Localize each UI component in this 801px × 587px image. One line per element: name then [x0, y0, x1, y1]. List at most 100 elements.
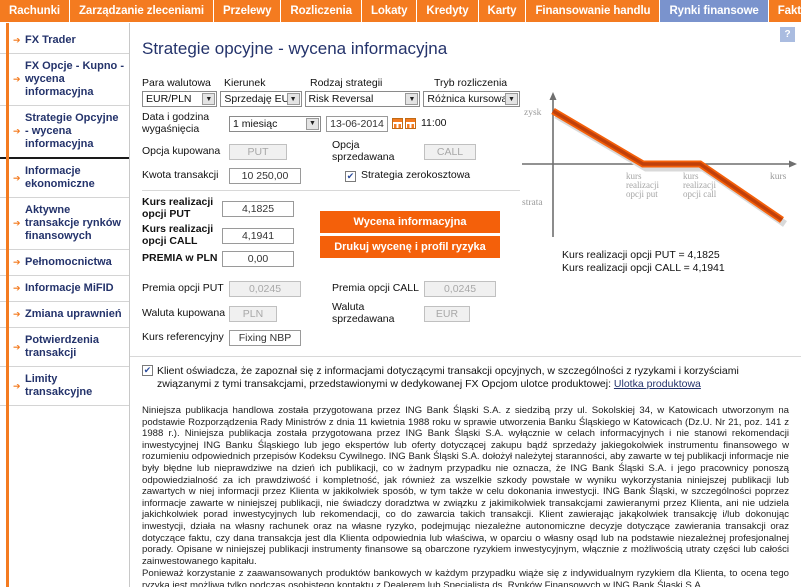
nav-item-przelewy[interactable]: Przelewy [214, 0, 282, 22]
sidebar-item-label: Limity transakcyjne [25, 373, 93, 398]
nav-item-karty[interactable]: Karty [479, 0, 527, 22]
chart-label-rate: kurs [770, 172, 787, 182]
sidebar-item-label: FX Trader [25, 34, 76, 46]
sidebar-item-limity-transakcyjne[interactable]: ➔ Limity transakcyjne [0, 367, 129, 406]
label-reference-rate: Kurs referencyjny [142, 331, 224, 344]
calendar-icon[interactable] [405, 118, 416, 129]
bought-option-value: PUT [229, 143, 287, 160]
sidebar-item-zmiana-uprawnień[interactable]: ➔ Zmiana uprawnień [0, 302, 129, 328]
currency-row: Waluta kupowana PLN Waluta sprzedawana E… [142, 301, 520, 325]
print-valuation-button[interactable]: Drukuj wycenę i profil ryzyka [320, 236, 500, 258]
valuation-button[interactable]: Wycena informacyjna [320, 211, 500, 233]
action-buttons: Wycena informacyjna Drukuj wycenę i prof… [302, 197, 500, 271]
label-direction: Kierunek [224, 77, 266, 89]
chevron-down-icon[interactable]: ▼ [306, 117, 319, 130]
bullet-arrow-icon: ➔ [13, 218, 21, 228]
sidebar-item-label: Zmiana uprawnień [25, 308, 122, 320]
premium-call-value: 0,0245 [424, 281, 496, 297]
chevron-down-icon[interactable]: ▼ [405, 93, 419, 105]
zerocost-checkbox[interactable]: ✔ [345, 170, 356, 182]
bullet-arrow-icon: ➔ [13, 126, 21, 136]
label-strategy-type: Rodzaj strategii [310, 77, 383, 89]
product-leaflet-link[interactable]: Ulotka produktowa [614, 378, 701, 390]
currency-bought-value: PLN [229, 305, 277, 322]
form-column-headers: Para walutowa Kierunek Rodzaj strategii … [142, 77, 520, 89]
label-strike-call: Kurs realizacji opcji CALL [142, 223, 214, 247]
sidebar-item-potwierdzenia-transakcji[interactable]: ➔ Potwierdzenia transakcji [0, 328, 129, 367]
amount-input[interactable]: 10 250,00 [229, 168, 301, 184]
x-axis-arrow-icon [789, 160, 797, 168]
label-settlement-mode: Tryb rozliczenia [434, 77, 508, 89]
label-zerocost: Strategia zerokosztowa [361, 169, 471, 182]
chevron-down-icon[interactable]: ▼ [202, 93, 216, 105]
label-sold-option: Opcja sprzedawana [332, 139, 395, 163]
label-amount: Kwota transakcji [142, 169, 219, 182]
nav-item-rynki-finansowe[interactable]: Rynki finansowe [660, 0, 769, 22]
tenor-select[interactable]: 1 miesiąc ▼ [229, 115, 321, 132]
sidebar-item-informacje-mifid[interactable]: ➔ Informacje MiFID [0, 276, 129, 302]
currency-pair-value: EUR/PLN [146, 93, 192, 105]
nav-item-rachunki[interactable]: Rachunki [0, 0, 70, 22]
sidebar-item-label: Informacje ekonomiczne [25, 165, 95, 190]
chart-label-loss: strata [522, 198, 543, 208]
nav-item-kredyty[interactable]: Kredyty [417, 0, 479, 22]
sidebar-item-fx-trader[interactable]: ➔ FX Trader [0, 28, 129, 54]
nav-item-finansowanie-handlu[interactable]: Finansowanie handlu [526, 0, 661, 22]
bullet-arrow-icon: ➔ [13, 172, 21, 183]
bullet-arrow-icon: ➔ [13, 35, 21, 45]
expiry-row: Data i godzina wygaśnięcia 1 miesiąc ▼ 1… [142, 111, 520, 135]
sidebar-item-fx-opcje-kupno-wycena-informacyjna[interactable]: ➔ FX Opcje - Kupno - wycena informacyjna [0, 54, 129, 106]
expiry-time-value: 11:00 [421, 116, 447, 129]
chart-label-profit: zysk [524, 108, 542, 118]
legal-disclaimer: Niniejsza publikacja handlowa została pr… [130, 391, 801, 587]
sidebar-item-strategie-opcyjne-wycena-informacyjna[interactable]: ➔ Strategie Opcyjne - wycena informacyjna [0, 106, 129, 159]
sidebar-item-pełnomocnictwa[interactable]: ➔ Pełnomocnictwa [0, 250, 129, 276]
amount-row: Kwota transakcji 10 250,00 ✔ Strategia z… [142, 168, 520, 184]
label-currency-sold: Waluta sprzedawana [332, 301, 395, 325]
sidebar-item-label: Potwierdzenia transakcji [25, 334, 99, 359]
valuation-form: Para walutowa Kierunek Rodzaj strategii … [130, 59, 520, 350]
nav-item-rozliczenia[interactable]: Rozliczenia [281, 0, 362, 22]
premium-put-value: 0,0245 [229, 281, 301, 297]
consent-checkbox[interactable]: ✔ [142, 365, 153, 376]
bullet-arrow-icon: ➔ [13, 257, 21, 267]
chevron-down-icon[interactable]: ▼ [286, 93, 300, 105]
strategy-type-select[interactable]: Risk Reversal ▼ [304, 91, 421, 107]
nav-item-lokaty[interactable]: Lokaty [362, 0, 418, 22]
strike-call-input[interactable]: 4,1941 [222, 227, 294, 244]
chevron-down-icon[interactable]: ▼ [505, 93, 518, 105]
form-selects-row: EUR/PLN ▼ Sprzedaję EUR ▼ Risk Reversal … [142, 91, 520, 107]
sidebar-item-label: Pełnomocnictwa [25, 256, 112, 268]
sidebar-item-label: Informacje MiFID [25, 282, 114, 294]
divider [142, 190, 520, 191]
chart-legend-strike-put: Kurs realizacji opcji PUT = 4,1825 [562, 249, 720, 261]
direction-select[interactable]: Sprzedaję EUR ▼ [220, 91, 302, 107]
chart-legend-strike-call: Kurs realizacji opcji CALL = 4,1941 [562, 262, 725, 274]
sidebar-item-aktywne-transakcje-rynków-finansowych[interactable]: ➔ Aktywne transakcje rynków finansowych [0, 198, 129, 250]
bullet-arrow-icon: ➔ [13, 74, 21, 84]
strike-call-row: Kurs realizacji opcji CALL 4,1941 [142, 223, 302, 247]
payoff-chart: zysk strata kurs kurs realizacji opcji p… [522, 92, 797, 237]
sidebar-item-label: FX Opcje - Kupno - wycena informacyjna [25, 60, 124, 98]
sidebar-item-informacje-ekonomiczne[interactable]: ➔ Informacje ekonomiczne [0, 159, 129, 198]
strategy-type-value: Risk Reversal [308, 93, 374, 105]
label-premium-call: Premia opcji CALL [332, 282, 419, 295]
bullet-arrow-icon: ➔ [13, 283, 21, 293]
bullet-arrow-icon: ➔ [13, 341, 21, 352]
strike-put-input[interactable]: 4,1825 [222, 200, 294, 217]
nav-item-zarządzanie-zleceniami[interactable]: Zarządzanie zleceniami [70, 0, 214, 22]
chart-annotation-put: opcji put [626, 189, 658, 199]
legal-paragraph-2: Ponieważ korzystanie z zaawansowanych pr… [142, 568, 789, 587]
settlement-mode-select[interactable]: Różnica kursowa ▼ [423, 91, 520, 107]
consent-block: ✔ Klient oświadcza, że zapoznał się z in… [130, 356, 801, 391]
option-legs-row: Opcja kupowana PUT Opcja sprzedawana CAL… [142, 139, 520, 163]
help-icon[interactable]: ? [780, 27, 795, 42]
sidebar-navigation: ➔ FX Trader ➔ FX Opcje - Kupno - wycena inf… [0, 23, 130, 587]
label-expiry: Data i godzina wygaśnięcia [142, 111, 210, 135]
currency-pair-select[interactable]: EUR/PLN ▼ [142, 91, 218, 107]
label-premium-pln: PREMIA w PLN [142, 252, 218, 265]
calendar-icon[interactable] [392, 118, 403, 129]
nav-item-faktoring[interactable]: Faktoring [769, 0, 801, 22]
sidebar-item-label: Strategie Opcyjne - wycena informacyjna [25, 112, 119, 150]
expiry-date-input[interactable]: 13-06-2014 [326, 115, 388, 132]
